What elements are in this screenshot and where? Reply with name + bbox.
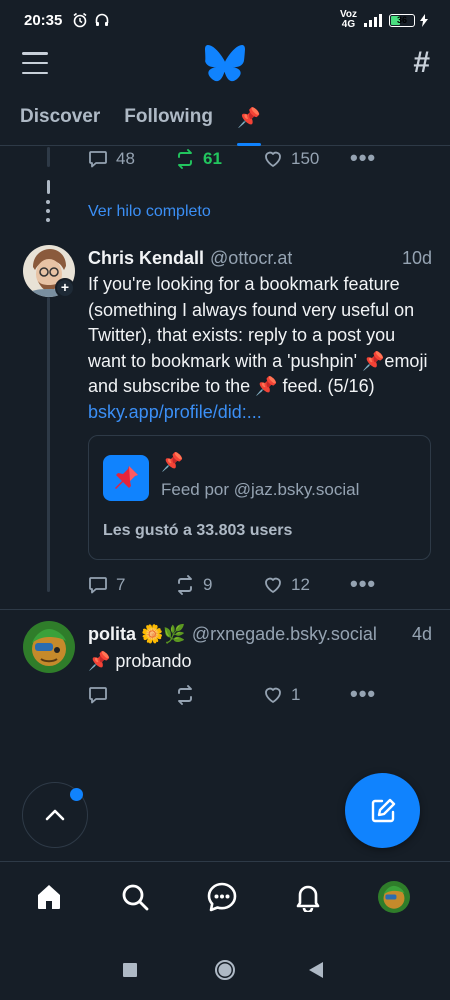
nav-home[interactable] (32, 880, 66, 914)
nav-search[interactable] (118, 880, 152, 914)
more-options-icon[interactable]: ••• (350, 573, 376, 595)
more-options-icon[interactable]: ••• (350, 683, 376, 705)
recent-apps-icon[interactable] (123, 963, 137, 982)
search-icon (122, 884, 149, 911)
feed-author: Feed por @jaz.bsky.social (161, 480, 360, 499)
like-button[interactable]: 1 (263, 685, 300, 705)
reply-icon (89, 687, 107, 704)
app-header: # (0, 40, 450, 90)
chevron-up-icon (45, 809, 65, 821)
post-actions: 7 9 12 ••• (0, 573, 450, 595)
avatar[interactable] (23, 621, 75, 673)
feed-list[interactable]: 48 61 150 ••• Ver hilo completo + Chris … (0, 147, 450, 860)
alarm-icon (73, 12, 87, 28)
author-name[interactable]: polita 🌼🌿 (88, 624, 186, 645)
tab-discover[interactable]: Discover (20, 96, 100, 146)
home-icon (38, 885, 60, 909)
compose-icon (371, 798, 395, 822)
post-time[interactable]: 4d (404, 624, 432, 645)
repost-icon (178, 685, 192, 705)
author-handle[interactable]: @ottocr.at (210, 248, 292, 269)
repost-icon (178, 575, 192, 595)
repost-icon (178, 149, 192, 169)
repost-button[interactable]: 61 (175, 149, 222, 169)
scroll-to-top-button[interactable] (22, 782, 88, 848)
headphones-icon (96, 13, 109, 26)
author-handle[interactable]: @rxnegade.bsky.social (192, 624, 377, 645)
reply-icon (89, 577, 107, 594)
status-bar: 20:35 Voz 4G 36 (0, 0, 450, 40)
compose-post-button[interactable] (345, 773, 420, 848)
feed-likes-count: Les gustó a 33.803 users (103, 522, 293, 539)
follow-plus-icon[interactable]: + (55, 278, 75, 298)
post-link[interactable]: bsky.app/profile/did:... (88, 402, 262, 422)
post-polita[interactable]: polita 🌼🌿 @rxnegade.bsky.social 4d 📌 pro… (0, 621, 450, 721)
reply-icon (89, 151, 107, 168)
like-button[interactable]: 150 (263, 149, 319, 169)
nav-profile[interactable] (377, 880, 411, 914)
reply-button[interactable]: 7 (88, 575, 125, 595)
feed-tabs: Discover Following 📌 (0, 96, 450, 146)
back-triangle-icon[interactable] (309, 962, 323, 983)
heart-icon (265, 151, 281, 167)
post-text: 📌 probando (88, 651, 192, 671)
heart-icon (265, 577, 281, 593)
prev-post-actions: 48 61 150 ••• (0, 147, 450, 169)
reply-button[interactable]: 48 (88, 149, 135, 169)
signal-icon (364, 14, 382, 27)
repost-button[interactable] (175, 685, 203, 705)
like-button[interactable]: 12 (263, 575, 310, 595)
bell-icon (296, 885, 320, 912)
charging-icon (420, 13, 428, 27)
feed-embed-card[interactable]: 📌 Feed por @jaz.bsky.social Les gustó a … (88, 435, 431, 560)
more-options-icon[interactable]: ••• (350, 147, 376, 169)
battery-indicator: 36 (389, 13, 415, 27)
author-name[interactable]: Chris Kendall (88, 248, 204, 269)
heart-icon (265, 687, 281, 703)
nav-chat[interactable] (205, 880, 239, 914)
post-chris-kendall[interactable]: + Chris Kendall @ottocr.at 10d If you're… (0, 245, 450, 605)
hash-icon[interactable]: # (413, 48, 430, 78)
home-circle-icon[interactable] (214, 959, 236, 986)
butterfly-logo-icon[interactable] (205, 44, 245, 82)
post-divider (0, 609, 450, 610)
system-navigation-bar (0, 935, 450, 1000)
reply-button[interactable] (88, 685, 116, 705)
repost-button[interactable]: 9 (175, 575, 212, 595)
post-actions: 1 ••• (0, 683, 450, 705)
bottom-navigation (0, 861, 450, 931)
post-time[interactable]: 10d (394, 248, 432, 269)
tab-following[interactable]: Following (124, 96, 213, 146)
see-full-thread-link[interactable]: Ver hilo completo (88, 203, 211, 221)
profile-avatar (378, 881, 410, 913)
pushpin-feed-icon (103, 455, 149, 501)
thread-gap-dots (46, 180, 50, 227)
nav-notifications[interactable] (291, 880, 325, 914)
network-type-label: Voz 4G (339, 9, 357, 30)
status-time: 20:35 (24, 11, 63, 29)
new-posts-dot (70, 788, 83, 801)
feed-title: 📌 (161, 452, 184, 472)
chat-icon (207, 882, 237, 912)
avatar-image (23, 621, 75, 673)
hamburger-menu-icon[interactable] (22, 52, 48, 74)
post-text: If you're looking for a bookmark feature… (88, 274, 428, 422)
tab-pushpin[interactable]: 📌 (236, 96, 261, 146)
